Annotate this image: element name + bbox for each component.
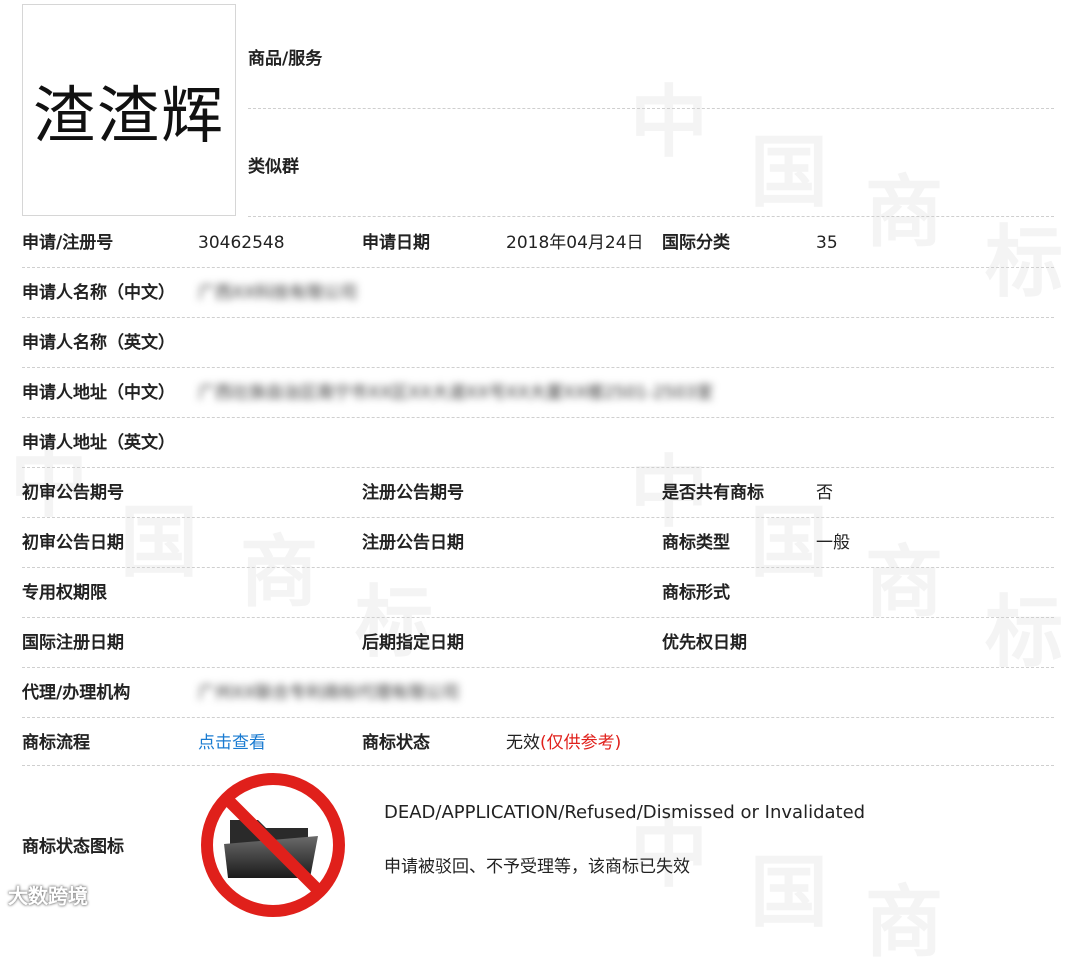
row-announcement-date: 初审公告日期 注册公告日期 商标类型 一般 [22,518,1054,568]
row-address-cn: 申请人地址（中文） 广西壮族自治区南宁市XX区XX大道XX号XX大厦XX楼250… [22,368,1054,418]
row-exclusive-term: 专用权期限 商标形式 [22,568,1054,618]
divider [248,108,1054,109]
status-label: 商标状态 [362,733,430,753]
applicant-cn-label: 申请人名称（中文） [22,283,175,303]
intl-class-value: 35 [816,233,838,253]
reg-issue-label: 注册公告期号 [362,483,464,503]
applicant-en-label: 申请人名称（英文） [22,333,175,353]
process-label: 商标流程 [22,733,90,753]
mark-form-label: 商标形式 [662,583,730,603]
intl-class-label: 国际分类 [662,233,730,253]
address-cn-value: 广西壮族自治区南宁市XX区XX大道XX号XX大厦XX楼2501-2503室 [198,383,714,403]
reg-no-value: 30462548 [198,233,285,253]
watermark-char: 国 [750,128,829,218]
applicant-cn-value: 广西XX科技有限公司 [198,283,358,303]
agent-label: 代理/办理机构 [22,683,131,703]
similar-group-label: 类似群 [248,157,299,177]
status-icon-section: 商标状态图标 DEAD/APPLICATION/Refused/Dismisse… [22,766,1054,917]
shared-value: 否 [816,483,833,503]
row-applicant-en: 申请人名称（英文） [22,318,1054,368]
row-process-status: 商标流程 点击查看 商标状态 无效(仅供参考) [22,718,1054,768]
address-en-label: 申请人地址（英文） [22,433,175,453]
trademark-image: 渣渣辉 [22,4,236,216]
dead-folder-prohibited-icon [201,773,345,917]
prelim-issue-label: 初审公告期号 [22,483,124,503]
agent-value: 广州XX联合专利商标代理有限公司 [198,683,460,703]
divider [248,216,1054,217]
intl-reg-date-label: 国际注册日期 [22,633,124,653]
row-dates: 国际注册日期 后期指定日期 优先权日期 [22,618,1054,668]
shared-label: 是否共有商标 [662,483,764,503]
reg-no-label: 申请/注册号 [22,233,114,253]
mark-type-value: 一般 [816,533,850,553]
status-description-en: DEAD/APPLICATION/Refused/Dismissed or In… [384,802,866,823]
row-applicant-cn: 申请人名称（中文） 广西XX科技有限公司 [22,268,1054,318]
prelim-date-label: 初审公告日期 [22,533,124,553]
app-date-label: 申请日期 [362,233,430,253]
priority-date-label: 优先权日期 [662,633,747,653]
exclusive-term-label: 专用权期限 [22,583,107,603]
mark-type-label: 商标类型 [662,533,730,553]
later-date-label: 后期指定日期 [362,633,464,653]
address-cn-label: 申请人地址（中文） [22,383,175,403]
trademark-text: 渣渣辉 [32,79,225,152]
status-value: 无效(仅供参考) [506,718,621,768]
row-agent: 代理/办理机构 广州XX联合专利商标代理有限公司 [22,668,1054,718]
status-text: 无效 [506,733,540,753]
brand-watermark: 大数跨境 [8,884,88,908]
row-registration: 申请/注册号 30462548 申请日期 2018年04月24日 国际分类 35 [22,218,1054,268]
status-icon-label: 商标状态图标 [22,837,124,857]
row-address-en: 申请人地址（英文） [22,418,1054,468]
view-process-link[interactable]: 点击查看 [198,718,266,768]
status-note: (仅供参考) [540,733,622,753]
watermark-char: 中 [630,78,709,168]
app-date-value: 2018年04月24日 [506,233,644,253]
goods-services-label: 商品/服务 [248,49,323,69]
status-description-cn: 申请被驳回、不予受理等，该商标已失效 [384,857,690,877]
row-announcement-issue: 初审公告期号 注册公告期号 是否共有商标 否 [22,468,1054,518]
reg-date-label: 注册公告日期 [362,533,464,553]
